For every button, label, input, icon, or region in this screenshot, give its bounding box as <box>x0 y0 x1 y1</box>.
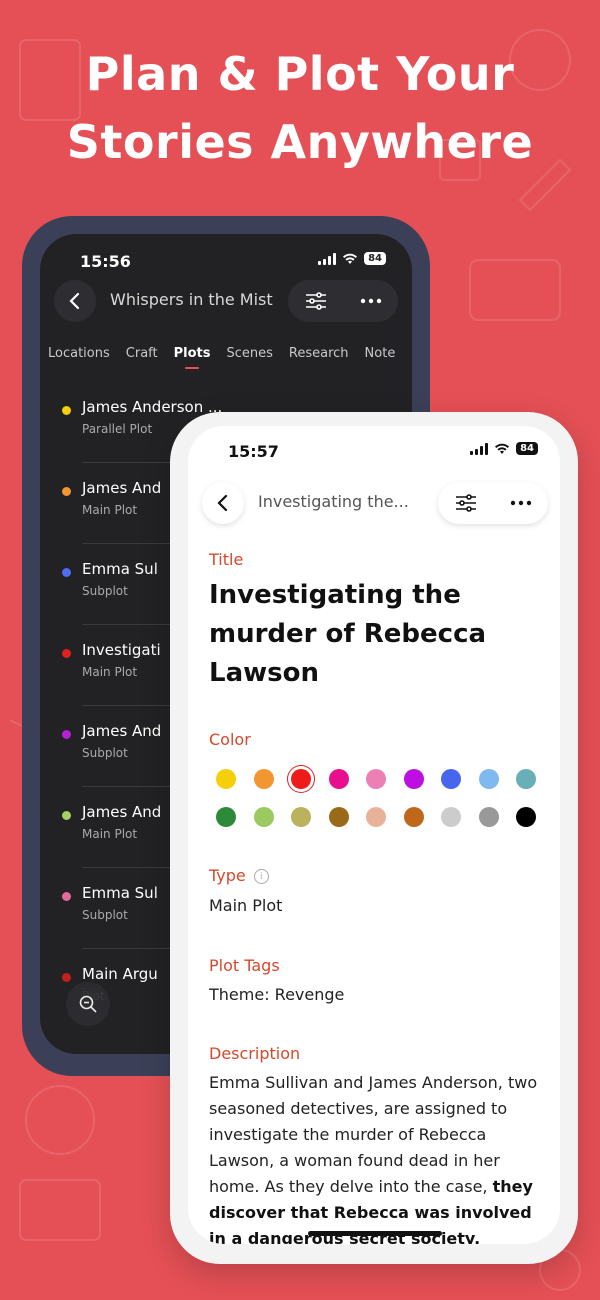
battery-icon: 84 <box>516 442 538 455</box>
plot-title: Main Argu <box>82 965 158 983</box>
title-label: Title <box>209 550 244 569</box>
plot-color-dot <box>62 730 71 739</box>
header-title: Investigating the... <box>258 492 409 511</box>
back-button[interactable] <box>202 482 244 524</box>
header-actions <box>438 482 548 524</box>
plot-color-dot <box>62 892 71 901</box>
zoom-icon <box>79 995 97 1013</box>
color-swatch[interactable] <box>216 769 236 789</box>
color-swatch[interactable] <box>253 807 274 827</box>
color-swatch[interactable] <box>216 807 236 827</box>
tab-craft[interactable]: Craft <box>126 346 158 369</box>
plot-type: Subplot <box>82 746 128 760</box>
color-swatch[interactable] <box>478 807 499 827</box>
status-time: 15:56 <box>80 252 131 271</box>
front-phone-screen: 15:57 84 Investigating the... Title Inve… <box>188 426 560 1244</box>
type-label-text: Type <box>209 866 246 885</box>
filter-icon[interactable] <box>305 292 327 310</box>
color-row <box>216 760 536 798</box>
color-swatch[interactable] <box>516 769 536 789</box>
status-icons: 84 <box>470 442 538 455</box>
plot-title: James And <box>82 479 162 497</box>
plot-type: Parallel Plot <box>82 422 153 436</box>
home-indicator <box>308 1231 442 1236</box>
color-swatch[interactable] <box>478 769 499 789</box>
plot-tags-label: Plot Tags <box>209 956 280 975</box>
tab-locations[interactable]: Locations <box>48 346 110 369</box>
headline-line-2: Stories Anywhere <box>66 115 534 169</box>
color-swatch[interactable] <box>328 807 349 827</box>
tab-scenes[interactable]: Scenes <box>226 346 272 369</box>
plot-color-dot <box>62 811 71 820</box>
signal-icon <box>470 442 489 455</box>
color-label: Color <box>209 730 251 749</box>
color-swatch[interactable] <box>366 807 386 827</box>
status-icons: 84 <box>318 252 386 265</box>
status-time: 15:57 <box>228 442 279 461</box>
color-swatch[interactable] <box>253 769 274 789</box>
zoom-button[interactable] <box>66 982 110 1026</box>
plot-color-dot <box>62 973 71 982</box>
chevron-left-icon <box>69 292 80 310</box>
project-title: Whispers in the Mist <box>110 290 273 309</box>
header-actions <box>288 280 398 322</box>
tab-research[interactable]: Research <box>289 346 349 369</box>
wifi-icon <box>495 443 510 454</box>
more-icon[interactable] <box>510 500 532 506</box>
plot-type: Main Plot <box>82 827 138 841</box>
plot-type: Subplot <box>82 908 128 922</box>
chevron-left-icon <box>217 494 228 512</box>
plot-title: James Anderson ... <box>82 398 223 416</box>
info-icon[interactable]: i <box>253 869 269 884</box>
plot-tags-value[interactable]: Theme: Revenge <box>209 985 344 1004</box>
color-swatch[interactable] <box>291 769 311 789</box>
color-swatch[interactable] <box>403 807 424 827</box>
more-icon[interactable] <box>360 298 382 304</box>
back-button[interactable] <box>54 280 96 322</box>
plot-title: James And <box>82 803 162 821</box>
headline: Plan & Plot Your Stories Anywhere <box>0 40 600 176</box>
plot-title: Emma Sul <box>82 560 158 578</box>
description-label: Description <box>209 1044 301 1063</box>
color-swatch[interactable] <box>516 807 536 827</box>
plot-color-dot <box>62 406 71 415</box>
plot-type: Subplot <box>82 584 128 598</box>
plot-type: Main Plot <box>82 503 138 517</box>
section-tabs: Locations Craft Plots Scenes Research No… <box>48 346 395 369</box>
color-swatch[interactable] <box>366 769 386 789</box>
color-swatch[interactable] <box>441 807 461 827</box>
color-row <box>216 798 536 836</box>
type-value[interactable]: Main Plot <box>209 896 282 915</box>
plot-title-field[interactable]: Investigating the murder of Rebecca Laws… <box>209 576 509 693</box>
type-label: Type i <box>209 866 269 885</box>
color-swatch[interactable] <box>403 769 424 789</box>
tab-plots[interactable]: Plots <box>174 346 210 369</box>
description-part-1: Emma Sullivan and James Anderson, two se… <box>209 1073 538 1196</box>
signal-icon <box>318 252 337 265</box>
color-swatch[interactable] <box>441 769 461 789</box>
wifi-icon <box>343 253 358 264</box>
plot-color-dot <box>62 487 71 496</box>
plot-title: Investigati <box>82 641 161 659</box>
plot-color-dot <box>62 649 71 658</box>
plot-title: James And <box>82 722 162 740</box>
plot-color-dot <box>62 568 71 577</box>
plot-title: Emma Sul <box>82 884 158 902</box>
color-swatch[interactable] <box>328 769 349 789</box>
plot-type: Main Plot <box>82 665 138 679</box>
color-swatch[interactable] <box>291 807 311 827</box>
front-phone: 15:57 84 Investigating the... Title Inve… <box>170 412 578 1264</box>
headline-line-1: Plan & Plot Your <box>85 47 515 101</box>
filter-icon[interactable] <box>455 494 477 512</box>
tab-notes[interactable]: Note <box>365 346 396 369</box>
color-picker <box>216 760 536 836</box>
battery-icon: 84 <box>364 252 386 265</box>
description-text[interactable]: Emma Sullivan and James Anderson, two se… <box>209 1070 541 1244</box>
